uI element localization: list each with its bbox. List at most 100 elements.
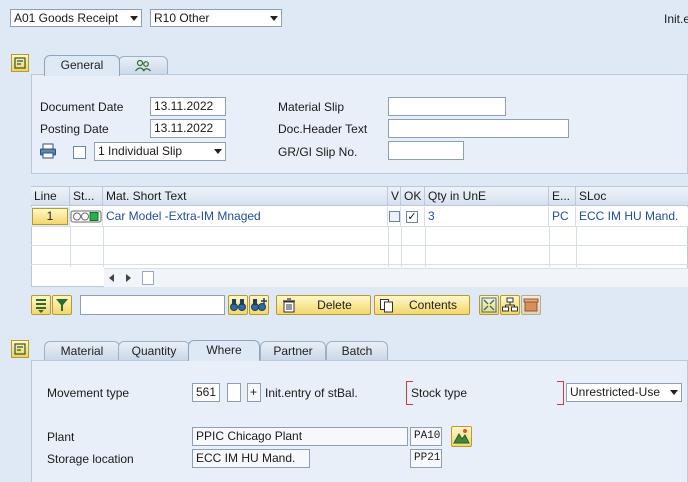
divider [388,227,389,267]
table-row-empty [31,246,688,265]
people-icon [135,59,151,72]
gr-gi-slip-label: GR/GI Slip No. [278,145,358,159]
divider [103,227,104,267]
deselect-all-button[interactable] [52,295,72,315]
find-next-button[interactable] [249,295,269,315]
storage-location-code-field[interactable]: PP21 [410,449,442,468]
col-header-line[interactable]: Line [31,187,70,206]
tab-material[interactable]: Material [44,341,120,360]
row-status [70,207,103,227]
tab-batch[interactable]: Batch [326,341,388,360]
document-date-field[interactable]: 13.11.2022 [150,97,226,116]
doc-header-text-label: Doc.Header Text [278,122,368,136]
print-icon[interactable] [39,143,57,159]
refdoc-select[interactable]: R10 Other [150,9,282,27]
col-header-status[interactable]: St... [70,187,103,206]
row-v-checkbox [389,211,400,222]
divider [576,227,577,267]
binoculars-icon [230,299,246,311]
collapse-header-button[interactable] [11,54,29,72]
trash-icon [283,298,295,313]
print-checkbox[interactable] [73,146,86,159]
posting-date-label: Posting Date [40,122,109,136]
chevron-down-icon [270,16,278,21]
row-sloc[interactable]: ECC IM HU Mand. [576,207,688,227]
col-header-mat-text[interactable]: Mat. Short Text [103,187,388,206]
find-input[interactable] [80,295,225,315]
tab-where-label: Where [206,343,242,357]
hierarchy-icon [502,297,518,312]
col-header-ok[interactable]: OK [401,187,425,206]
row-line-button[interactable]: 1 [32,208,68,225]
storage-location-label: Storage location [47,452,134,466]
gr-gi-slip-field[interactable] [388,141,464,160]
plant-code-field[interactable]: PA10 [410,427,442,446]
delete-button-label: Delete [317,298,352,312]
col-header-sloc[interactable]: SLoc [576,187,688,206]
stock-type-label: Stock type [411,386,468,400]
material-slip-label: Material Slip [278,100,345,114]
doc-header-text-field[interactable] [388,119,569,138]
header-right-text: Init.e [664,12,688,26]
horizontal-scrollbar[interactable] [104,268,688,287]
archive-button[interactable] [521,295,541,315]
copy-icon [380,299,393,313]
table-row[interactable]: 1 [31,207,70,227]
scroll-left-icon[interactable] [109,274,114,282]
movement-indicator-field[interactable] [227,383,241,402]
contents-button-label: Contents [408,298,458,312]
expand-all-button[interactable] [479,295,499,315]
chevron-down-icon [130,16,138,21]
document-date-label: Document Date [40,100,124,114]
scroll-thumb[interactable] [142,271,154,285]
movement-type-field[interactable]: 561 [192,383,220,402]
divider [425,227,426,267]
tab-general-label: General [60,58,104,72]
movement-plus-field: + [247,383,261,402]
material-slip-field[interactable] [388,97,506,116]
select-all-icon [36,299,46,313]
action-select-value: A01 Goods Receipt [14,11,119,25]
divider [549,227,550,267]
expand-icon [14,57,26,69]
col-header-unit[interactable]: E... [549,187,576,206]
delete-button[interactable]: Delete [276,295,371,315]
movement-type-label: Movement type [47,386,130,400]
row-unit[interactable]: PC [549,207,576,227]
plant-overview-button[interactable] [451,426,472,447]
action-select[interactable]: A01 Goods Receipt [10,9,142,27]
contents-button[interactable]: Contents [374,295,470,315]
required-bracket-right [557,381,564,405]
deselect-all-icon [56,299,68,311]
refdoc-select-value: R10 Other [154,11,210,25]
tab-partner-label: Partner [273,344,313,358]
stock-type-select[interactable]: Unrestricted-Use [566,383,682,402]
col-header-qty[interactable]: Qty in UnE [425,187,549,206]
find-button[interactable] [228,295,248,315]
tab-partner-icon[interactable] [118,56,168,75]
select-all-button[interactable] [31,295,51,315]
row-ok-checkbox[interactable]: ✓ [406,211,418,223]
row-ok-cell: ✓ [401,207,425,227]
tab-quantity[interactable]: Quantity [118,341,190,360]
tab-where[interactable]: Where [188,340,260,361]
row-v-cell [388,207,401,227]
structure-button[interactable] [500,295,520,315]
row-mat-text[interactable]: Car Model -Extra-IM Mnaged [103,207,388,227]
expand-icon [14,343,26,355]
scroll-right-icon[interactable] [126,274,131,282]
plant-label: Plant [47,430,75,444]
tab-quantity-label: Quantity [131,344,177,358]
table-row-empty [31,227,688,246]
collapse-detail-button[interactable] [11,340,29,358]
tab-partner[interactable]: Partner [260,341,326,360]
divider [401,227,402,267]
posting-date-field[interactable]: 13.11.2022 [150,119,226,138]
print-version-select[interactable]: 1 Individual Slip [94,142,226,161]
col-header-v[interactable]: V [388,187,401,206]
row-qty[interactable]: 3 [425,207,549,227]
tab-material-label: Material [60,344,104,358]
stock-type-value: Unrestricted-Use [570,385,661,399]
binoculars-plus-icon [251,298,267,311]
tab-general[interactable]: General [44,55,120,76]
